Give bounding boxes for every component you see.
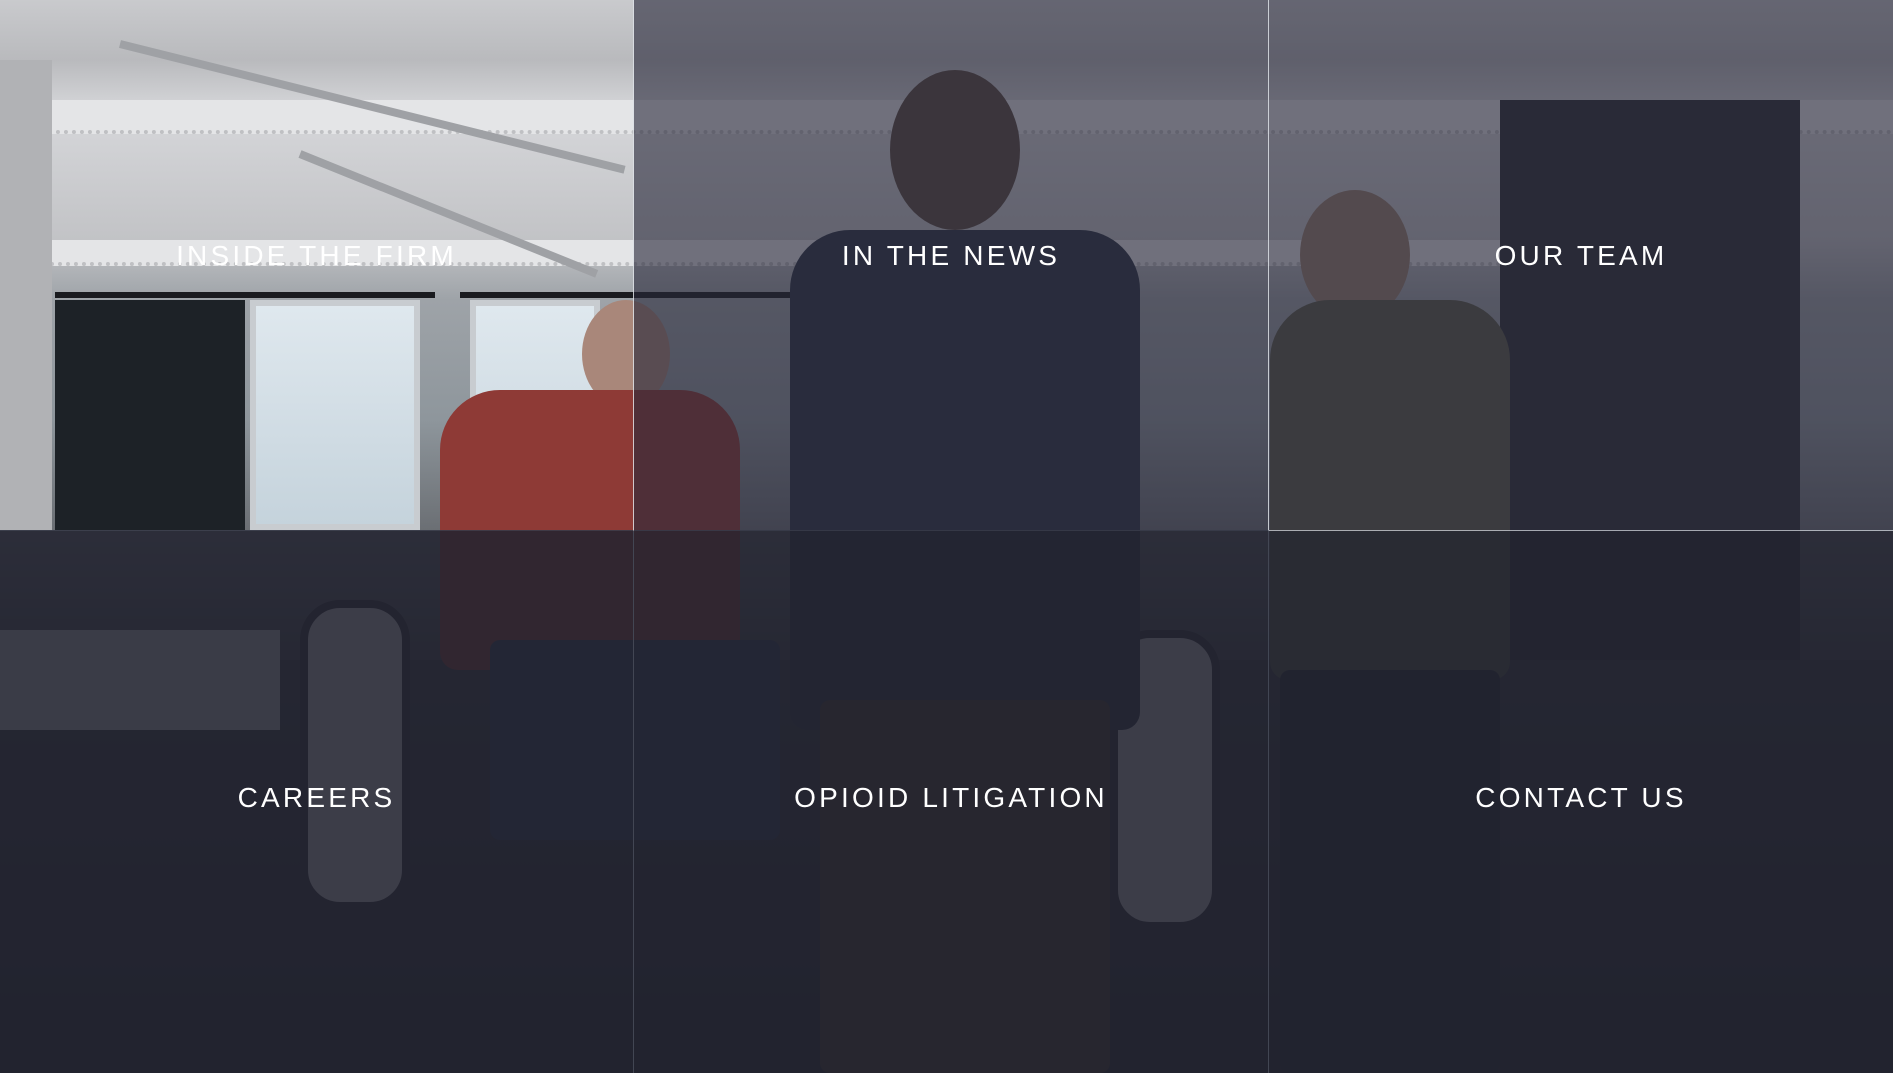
tile-contact-us[interactable]: CONTACT US	[1269, 531, 1893, 1073]
tile-opioid-litigation[interactable]: OPIOID LITIGATION	[634, 531, 1269, 1073]
tile-label: CONTACT US	[1475, 782, 1687, 813]
tile-label: INSIDE THE FIRM	[176, 240, 457, 271]
tile-our-team[interactable]: OUR TEAM	[1269, 0, 1893, 531]
tile-label: IN THE NEWS	[841, 240, 1061, 271]
tile-label: CAREERS	[237, 782, 396, 813]
tile-in-the-news[interactable]: IN THE NEWS	[634, 0, 1269, 531]
tile-label: OPIOID LITIGATION	[794, 782, 1108, 813]
navigation-grid: INSIDE THE FIRM IN THE NEWS OUR TEAM CAR…	[0, 0, 1893, 1073]
tile-inside-the-firm[interactable]: INSIDE THE FIRM	[0, 0, 634, 531]
tile-label: OUR TEAM	[1494, 240, 1668, 271]
tile-careers[interactable]: CAREERS	[0, 531, 634, 1073]
page-stage: INSIDE THE FIRM IN THE NEWS OUR TEAM CAR…	[0, 0, 1893, 1073]
